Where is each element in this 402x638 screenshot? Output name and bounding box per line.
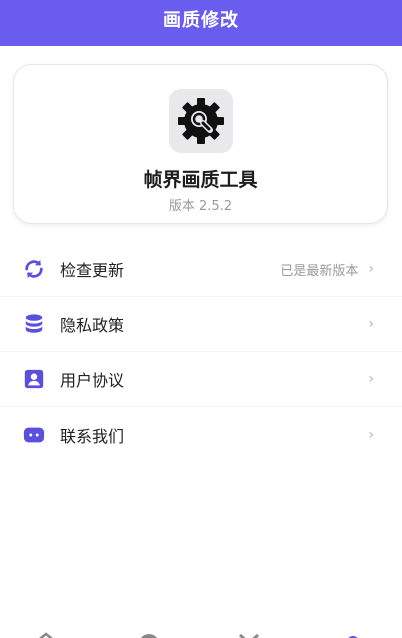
tab-profile-icon[interactable] xyxy=(341,632,365,638)
database-icon xyxy=(22,312,46,336)
refresh-icon xyxy=(22,257,46,281)
chat-icon xyxy=(22,423,46,447)
menu-item-label: 隐私政策 xyxy=(60,316,125,335)
tab-tools-icon[interactable] xyxy=(237,632,261,638)
update-status: 已是最新版本 xyxy=(280,263,359,279)
menu-item-check-update[interactable]: 检查更新 已是最新版本 › xyxy=(0,242,402,297)
app-name: 帧界画质工具 xyxy=(143,169,258,191)
menu-item-privacy-policy[interactable]: 隐私政策 › xyxy=(0,297,402,352)
menu-item-label: 检查更新 xyxy=(60,261,125,280)
page-title: 画质修改 xyxy=(163,10,239,31)
menu-item-user-agreement[interactable]: 用户协议 › xyxy=(0,352,402,407)
app-info-card: 帧界画质工具 版本 2.5.2 xyxy=(13,64,388,224)
app-logo xyxy=(169,89,233,153)
top-bar: 画质修改 xyxy=(0,0,402,46)
chevron-right-icon: › xyxy=(368,316,374,332)
chevron-right-icon: › xyxy=(368,371,374,387)
tab-home-icon[interactable] xyxy=(34,632,58,638)
menu-item-label: 用户协议 xyxy=(60,371,125,390)
tab-info-icon[interactable] xyxy=(137,632,161,638)
menu-item-label: 联系我们 xyxy=(60,426,125,446)
settings-menu: 检查更新 已是最新版本 › 隐私政策 › 用户协议 › 联系我们 › xyxy=(0,242,402,462)
menu-item-contact-us[interactable]: 联系我们 › xyxy=(0,407,402,462)
gear-search-icon xyxy=(178,98,224,144)
bottom-tab-bar xyxy=(0,626,402,638)
chevron-right-icon: › xyxy=(368,261,374,277)
app-version: 版本 2.5.2 xyxy=(168,199,233,214)
chevron-right-icon: › xyxy=(368,426,374,443)
user-card-icon xyxy=(22,367,46,391)
